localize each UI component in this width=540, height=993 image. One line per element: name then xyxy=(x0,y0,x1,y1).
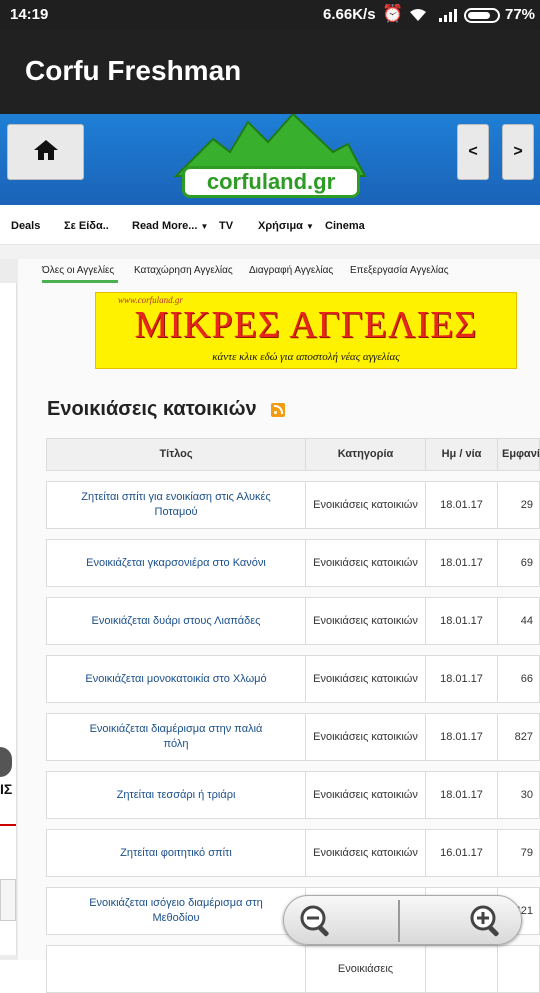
ad-date: 16.01.17 xyxy=(426,830,498,876)
table-row[interactable]: Ενοικιάζεται μονοκατοικία στο Χλωμό Ενοικ… xyxy=(46,655,540,703)
tab-all-ads[interactable]: Όλες οι Αγγελίες xyxy=(42,265,114,276)
ad-category: Ενοικιάσεις xyxy=(306,946,426,992)
ad-date: 18.01.17 xyxy=(426,656,498,702)
table-row[interactable]: Ζητείται φοιτητικό σπίτι Ενοικιάσεις κατο… xyxy=(46,829,540,877)
col-date[interactable]: Ημ / νία xyxy=(426,439,498,470)
ad-date: 18.01.17 xyxy=(426,482,498,528)
ad-title-link[interactable] xyxy=(47,946,306,992)
main-content: Όλες οι Αγγελίες Καταχώρηση Αγγελίας Δια… xyxy=(18,259,540,993)
site-logo[interactable]: corfuland.gr xyxy=(168,114,373,205)
ad-title-link[interactable]: Ζητείται τεσσάρι ή τριάρι xyxy=(47,772,306,818)
network-speed: 6.66K/s xyxy=(323,6,376,23)
table-row[interactable]: Ζητείται τεσσάρι ή τριάρι Ενοικιάσεις κατ… xyxy=(46,771,540,819)
left-ad[interactable] xyxy=(0,879,16,921)
alarm-icon: ⏰ xyxy=(382,4,404,23)
ad-category: Ενοικιάσεις κατοικιών xyxy=(306,656,426,702)
ad-views: 29 xyxy=(520,499,533,511)
app-title: Corfu Freshman xyxy=(25,55,242,86)
menu-item-se-eida[interactable]: Σε Είδα.. xyxy=(64,220,109,232)
ad-date: 18.01.17 xyxy=(426,598,498,644)
tab-delete-ad[interactable]: Διαγραφή Αγγελίας xyxy=(249,265,333,276)
ad-title-link[interactable]: Ενοικιάζεται γκαρσονιέρα στο Κανόνι xyxy=(47,540,306,586)
ad-title-link[interactable]: Ενοικιάζεται διαμέρισμα στην παλιά πόλη xyxy=(47,714,306,760)
ad-views: 79 xyxy=(520,847,533,859)
ad-title-link[interactable]: Ενοικιάζεται μονοκατοικία στο Χλωμό xyxy=(47,656,306,702)
ad-views: 44 xyxy=(520,615,533,627)
rss-icon[interactable] xyxy=(271,403,285,417)
status-bar: 14:19 6.66K/s ⏰ 77% xyxy=(0,0,540,30)
prev-button[interactable]: < xyxy=(457,124,489,180)
table-row[interactable]: Ενοικιάζεται δυάρι στους Λιαπάδες Ενοικιά… xyxy=(46,597,540,645)
ad-views: 66 xyxy=(520,673,533,685)
table-header: Τίτλος Κατηγορία Ημ / νία Εμφανίσεις xyxy=(46,438,540,471)
ad-title-link[interactable]: Ζητείται φοιτητικό σπίτι xyxy=(47,830,306,876)
battery-icon xyxy=(464,8,500,23)
ad-category: Ενοικιάσεις κατοικιών xyxy=(306,772,426,818)
zoom-in-icon xyxy=(470,905,499,937)
menu-item-tv[interactable]: TV xyxy=(219,220,233,232)
ad-category: Ενοικιάσεις κατοικιών xyxy=(306,830,426,876)
gray-band xyxy=(0,245,540,259)
col-title[interactable]: Τίτλος xyxy=(47,439,306,470)
table-row[interactable]: Ενοικιάζεται διαμέρισμα στην παλιά πόλη Ε… xyxy=(46,713,540,761)
ad-category: Ενοικιάσεις κατοικιών xyxy=(306,714,426,760)
ad-title: ΜΙΚΡΕΣ ΑΓΓΕΛΙΕΣ xyxy=(134,304,478,346)
ad-date: 18.01.17 xyxy=(426,772,498,818)
zoom-out-button[interactable] xyxy=(294,901,338,941)
logo-text: corfuland.gr xyxy=(182,166,360,198)
home-icon xyxy=(33,139,59,166)
ad-category: Ενοικιάσεις κατοικιών xyxy=(306,482,426,528)
col-views[interactable]: Εμφανίσεις xyxy=(498,439,540,470)
active-tab-indicator xyxy=(42,280,118,283)
header-banner: corfuland.gr < > xyxy=(0,114,540,205)
tab-edit-ad[interactable]: Επεξεργασία Αγγελίας xyxy=(350,265,449,276)
menu-item-xrisima[interactable]: Χρήσιμα ▼ xyxy=(258,220,314,232)
ad-views: 30 xyxy=(520,789,533,801)
ad-title-link[interactable]: Ενοικιάζεται ισόγειο διαμέρισμα στη Μεθο… xyxy=(47,888,306,934)
next-button[interactable]: > xyxy=(502,124,534,180)
zoom-out-icon xyxy=(300,905,329,937)
main-menu: Deals Σε Είδα.. Read More... ▼ TV Χρήσιμ… xyxy=(0,205,540,245)
table-row[interactable]: Ενοικιάσεις xyxy=(46,945,540,993)
home-button[interactable] xyxy=(7,124,84,180)
caret-down-icon: ▼ xyxy=(200,222,209,231)
left-ad[interactable] xyxy=(0,824,16,846)
caret-down-icon: ▼ xyxy=(306,222,314,231)
signal-icon xyxy=(438,8,458,26)
left-sidebar: ΙΣ xyxy=(0,259,18,960)
menu-item-cinema[interactable]: Cinema xyxy=(325,220,365,232)
ad-date xyxy=(426,946,498,992)
ad-title-link[interactable]: Ενοικιάζεται δυάρι στους Λιαπάδες xyxy=(47,598,306,644)
battery-percent: 77% xyxy=(505,6,536,23)
zoom-in-button[interactable] xyxy=(464,901,508,941)
ad-views: 69 xyxy=(520,557,533,569)
zoom-divider xyxy=(398,900,400,942)
table-row[interactable]: Ενοικιάζεται γκαρσονιέρα στο Κανόνι Ενοικ… xyxy=(46,539,540,587)
ad-date: 18.01.17 xyxy=(426,540,498,586)
menu-item-read-more[interactable]: Read More... ▼ xyxy=(132,220,208,232)
classifieds-banner[interactable]: www.corfuland.gr ΜΙΚΡΕΣ ΑΓΓΕΛΙΕΣ κάντε κ… xyxy=(95,292,517,369)
zoom-control xyxy=(283,895,522,945)
status-time: 14:19 xyxy=(10,6,49,23)
wifi-icon xyxy=(408,8,428,26)
ad-category: Ενοικιάσεις κατοικιών xyxy=(306,540,426,586)
ad-category: Ενοικιάσεις κατοικιών xyxy=(306,598,426,644)
ad-date: 18.01.17 xyxy=(426,714,498,760)
section-title: Ενοικιάσεις κατοικιών xyxy=(47,398,257,420)
menu-item-deals[interactable]: Deals xyxy=(11,220,40,232)
tab-post-ad[interactable]: Καταχώρηση Αγγελίας xyxy=(134,265,233,276)
ad-subtitle: κάντε κλικ εδώ για αποστολή νέας αγγελία… xyxy=(212,351,400,363)
ad-views xyxy=(498,946,540,992)
app-bar: Corfu Freshman xyxy=(0,30,540,114)
left-fragment-text: ΙΣ xyxy=(0,781,13,797)
left-panel xyxy=(0,283,17,955)
ad-title-link[interactable]: Ζητείται σπίτι για ενοικίαση στις Αλυκές… xyxy=(47,482,306,528)
col-category[interactable]: Κατηγορία xyxy=(306,439,426,470)
ad-views: 827 xyxy=(514,731,533,743)
table-row[interactable]: Ζητείται σπίτι για ενοικίαση στις Αλυκές… xyxy=(46,481,540,529)
